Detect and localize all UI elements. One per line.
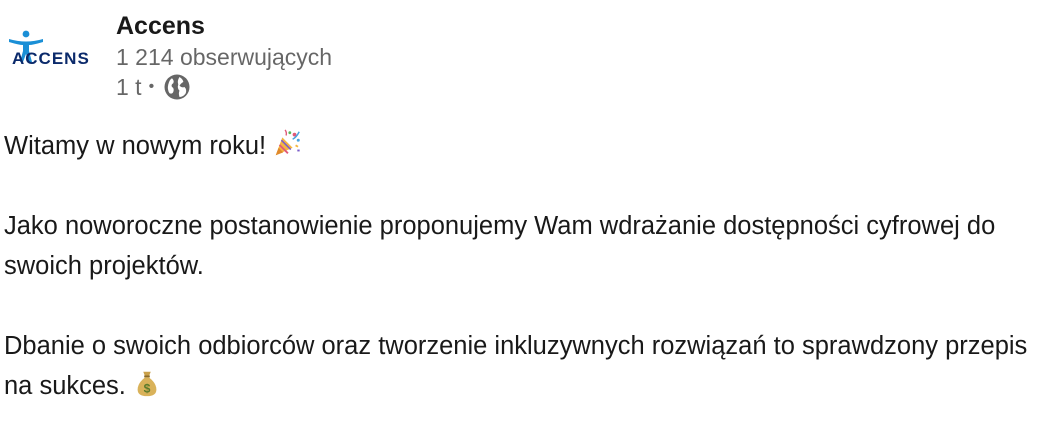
follower-count: 1 214 obserwujących bbox=[116, 44, 333, 70]
paragraph-text: Witamy w nowym roku! bbox=[4, 132, 267, 160]
company-name[interactable]: Accens bbox=[116, 8, 332, 44]
linkedin-post: ACCENS Accens 1 214 obserwujących 1 t • … bbox=[0, 0, 1044, 434]
company-logo[interactable]: ACCENS bbox=[6, 28, 100, 68]
post-meta: Accens 1 214 obserwujących 1 t • bbox=[116, 8, 332, 102]
post-paragraph-2: Jako noworoczne postanowienie proponujem… bbox=[4, 212, 996, 280]
post-paragraph-3: Dbanie o swoich odbiorców oraz tworzenie… bbox=[4, 326, 1034, 406]
post-paragraph-1: Witamy w nowym roku! bbox=[4, 126, 1034, 166]
svg-text:$: $ bbox=[144, 381, 151, 395]
separator-dot: • bbox=[148, 78, 155, 95]
globe-icon bbox=[164, 74, 190, 100]
money-bag-icon: $ bbox=[137, 371, 157, 397]
post-header: ACCENS Accens 1 214 obserwujących 1 t • bbox=[0, 0, 1044, 120]
post-time-row: 1 t • bbox=[116, 72, 332, 102]
post-body: Witamy w nowym roku! Jako noworoczne pos… bbox=[4, 126, 1034, 446]
post-time[interactable]: 1 t bbox=[116, 72, 142, 102]
party-popper-icon bbox=[275, 129, 300, 156]
svg-text:ACCENS: ACCENS bbox=[12, 49, 90, 68]
